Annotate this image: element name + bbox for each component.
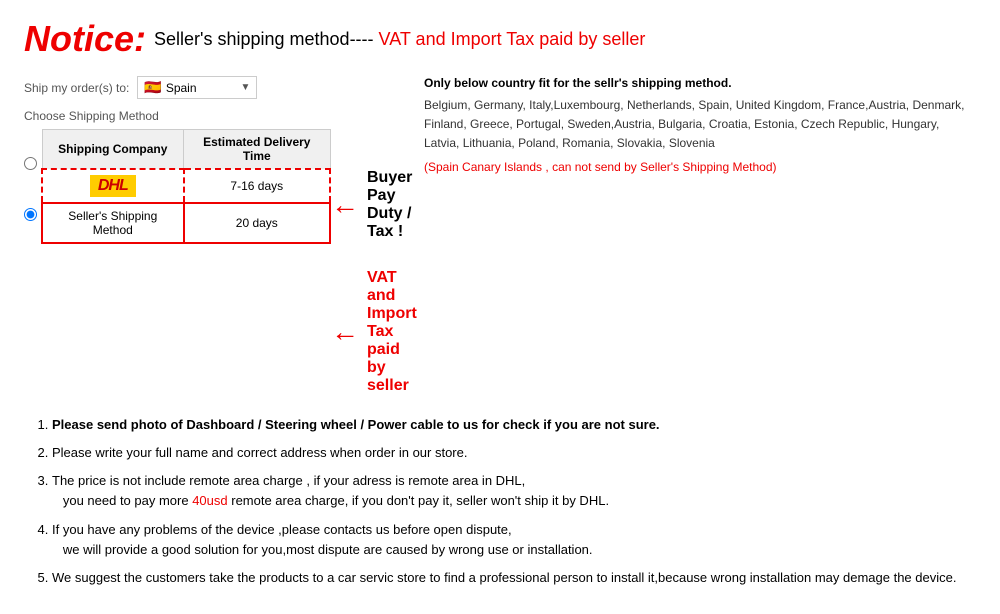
arrow-left-icon-2: ← xyxy=(331,318,359,346)
selected-country: Spain xyxy=(166,81,197,95)
seller-radio[interactable] xyxy=(24,208,37,221)
seller-delivery: 20 days xyxy=(184,203,330,243)
radio-wrap xyxy=(24,129,37,221)
dropdown-arrow-icon: ▼ xyxy=(240,82,250,93)
subtitle-start: Seller's shipping method---- xyxy=(154,29,379,49)
notice-label: Notice: xyxy=(24,18,146,60)
dhl-logo: DHL xyxy=(90,175,136,197)
note-text: Please write your full name and correct … xyxy=(52,445,467,460)
shipping-arrows-row: Shipping Company Estimated Delivery Time… xyxy=(24,129,404,395)
canary-note: (Spain Canary Islands , can not send by … xyxy=(424,160,976,174)
list-item: If you have any problems of the device ,… xyxy=(52,520,976,560)
arrow-left-icon-1: ← xyxy=(331,191,359,219)
notice-header: Notice: Seller's shipping method---- VAT… xyxy=(24,18,976,60)
list-item: Please write your full name and correct … xyxy=(52,443,976,463)
note-bold: Please send photo of Dashboard / Steerin… xyxy=(52,417,660,432)
subtitle-red: VAT and Import Tax paid by seller xyxy=(379,29,646,49)
list-item: Please send photo of Dashboard / Steerin… xyxy=(52,415,976,435)
left-panel: Ship my order(s) to: 🇪🇸 Spain ▼ Choose S… xyxy=(24,76,404,395)
shipping-table: Shipping Company Estimated Delivery Time… xyxy=(41,129,331,244)
note-red-amount: 40usd xyxy=(192,493,227,508)
table-wrapper: Shipping Company Estimated Delivery Time… xyxy=(24,129,331,244)
dhl-delivery: 7-16 days xyxy=(184,169,330,203)
note-text: The price is not include remote area cha… xyxy=(52,473,609,508)
note-text: If you have any problems of the device ,… xyxy=(52,522,593,557)
dhl-row: DHL 7-16 days xyxy=(42,169,330,203)
ship-to-row: Ship my order(s) to: 🇪🇸 Spain ▼ xyxy=(24,76,404,99)
arrow-row-2: ← VAT and Import Tax paid by seller xyxy=(331,269,417,395)
seller-company: Seller's Shipping Method xyxy=(42,203,184,243)
col-company: Shipping Company xyxy=(42,130,184,170)
seller-row: Seller's Shipping Method 20 days xyxy=(42,203,330,243)
country-list: Belgium, Germany, Italy,Luxembourg, Neth… xyxy=(424,96,976,154)
notes-section: Please send photo of Dashboard / Steerin… xyxy=(24,415,976,588)
arrows-panel: ← Buyer Pay Duty / Tax ! ← VAT and Impor… xyxy=(331,129,417,395)
arrow-text-1: Buyer Pay Duty / Tax ! xyxy=(367,169,417,241)
note-text: We suggest the customers take the produc… xyxy=(52,570,956,585)
notes-list: Please send photo of Dashboard / Steerin… xyxy=(34,415,976,588)
choose-shipping-label: Choose Shipping Method xyxy=(24,109,404,123)
right-panel: Only below country fit for the sellr's s… xyxy=(424,76,976,395)
col-delivery: Estimated Delivery Time xyxy=(184,130,330,170)
arrow-text-2: VAT and Import Tax paid by seller xyxy=(367,269,417,395)
ship-to-label: Ship my order(s) to: xyxy=(24,81,129,95)
arrow-row-1: ← Buyer Pay Duty / Tax ! xyxy=(331,169,417,241)
main-content: Ship my order(s) to: 🇪🇸 Spain ▼ Choose S… xyxy=(24,76,976,395)
country-select[interactable]: 🇪🇸 Spain ▼ xyxy=(137,76,257,99)
dhl-radio[interactable] xyxy=(24,157,37,170)
notice-subtitle: Seller's shipping method---- VAT and Imp… xyxy=(154,29,645,50)
table-header-row: Shipping Company Estimated Delivery Time xyxy=(42,130,330,170)
dhl-logo-cell: DHL xyxy=(42,169,184,203)
list-item: We suggest the customers take the produc… xyxy=(52,568,976,588)
flag-icon: 🇪🇸 xyxy=(144,79,161,96)
country-header: Only below country fit for the sellr's s… xyxy=(424,76,976,90)
list-item: The price is not include remote area cha… xyxy=(52,471,976,511)
